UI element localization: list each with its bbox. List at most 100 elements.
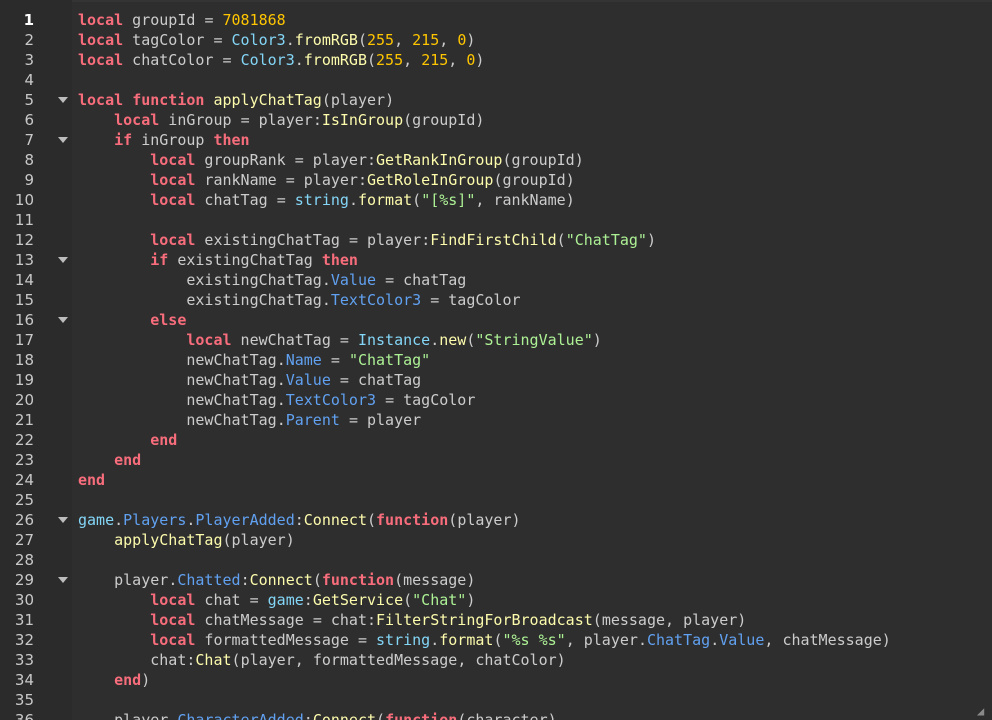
code-line[interactable]: end) <box>78 670 990 690</box>
code-token: rankName <box>195 171 286 189</box>
code-token: : <box>303 591 313 609</box>
code-line[interactable]: local groupId = 7081868 <box>78 10 990 30</box>
code-line[interactable]: existingChatTag.Value = chatTag <box>78 270 990 290</box>
code-line[interactable]: local chat = game:GetService("Chat") <box>78 590 990 610</box>
fold-arrow-icon[interactable] <box>58 97 68 103</box>
code-line[interactable]: local function applyChatTag(player) <box>78 90 990 110</box>
code-line[interactable]: else <box>78 310 990 330</box>
code-token: . <box>294 51 304 69</box>
resize-grip-icon[interactable]: ◢ <box>977 704 989 718</box>
code-line[interactable]: if existingChatTag then <box>78 250 990 270</box>
code-token: fromRGB <box>303 51 367 69</box>
code-line[interactable]: end <box>78 430 990 450</box>
code-line[interactable] <box>78 490 990 510</box>
code-token: local <box>78 11 124 29</box>
gutter-line: 4 <box>0 70 72 90</box>
code-token: . <box>348 191 358 209</box>
code-token: GetRoleInGroup <box>367 171 494 189</box>
gutter-line: 17 <box>0 330 72 350</box>
code-token: Connect <box>312 711 377 720</box>
fold-arrow-icon[interactable] <box>58 137 68 143</box>
code-token: end <box>78 471 106 489</box>
fold-arrow-icon[interactable] <box>58 257 68 263</box>
code-token: ( <box>394 571 404 589</box>
gutter-line: 9 <box>0 170 72 190</box>
code-token: : <box>294 511 304 529</box>
code-line[interactable]: local groupRank = player:GetRankInGroup(… <box>78 150 990 170</box>
code-token: chatTag <box>394 271 467 289</box>
line-number: 18 <box>14 351 34 369</box>
code-token: ( <box>367 511 377 529</box>
code-token: : <box>240 571 250 589</box>
code-line[interactable]: end <box>78 450 990 470</box>
code-token: . <box>168 711 178 720</box>
code-line[interactable]: local chatMessage = chat:FilterStringFor… <box>78 610 990 630</box>
code-line[interactable]: player.Chatted:Connect(function(message) <box>78 570 990 590</box>
code-line[interactable]: if inGroup then <box>78 130 990 150</box>
line-number: 20 <box>14 391 34 409</box>
code-line[interactable]: game.Players.PlayerAdded:Connect(functio… <box>78 510 990 530</box>
code-line[interactable]: end <box>78 470 990 490</box>
code-line[interactable]: applyChatTag(player) <box>78 530 990 550</box>
code-line[interactable]: local tagColor = Color3.fromRGB(255, 215… <box>78 30 990 50</box>
code-token: newChatTag <box>78 351 277 369</box>
code-token: "ChatTag" <box>565 231 647 249</box>
code-token: else <box>150 311 187 329</box>
code-line[interactable]: local chatTag = string.format("[%s]", ra… <box>78 190 990 210</box>
code-line[interactable]: player.CharacterAdded:Connect(function(c… <box>78 710 990 720</box>
code-token: player <box>240 651 295 669</box>
code-token: , <box>565 631 584 649</box>
code-token: player <box>357 231 422 249</box>
code-token: newChatTag <box>78 411 277 429</box>
code-token: , <box>457 651 476 669</box>
code-line[interactable]: local inGroup = player:IsInGroup(groupId… <box>78 110 990 130</box>
code-line[interactable]: local newChatTag = Instance.new("StringV… <box>78 330 990 350</box>
code-token: player <box>249 111 313 129</box>
gutter-line: 28 <box>0 550 72 570</box>
code-token: IsInGroup <box>321 111 404 129</box>
fold-arrow-icon[interactable] <box>58 517 68 523</box>
code-token: ) <box>141 671 151 689</box>
code-line[interactable]: local rankName = player:GetRoleInGroup(g… <box>78 170 990 190</box>
code-line[interactable]: newChatTag.Value = chatTag <box>78 370 990 390</box>
code-line[interactable]: newChatTag.Name = "ChatTag" <box>78 350 990 370</box>
code-token: Value <box>285 371 331 389</box>
code-token: ) <box>475 111 485 129</box>
code-area[interactable]: local groupId = 7081868 local tagColor = … <box>72 0 992 720</box>
code-token: chat <box>195 591 250 609</box>
code-token: function <box>376 511 449 529</box>
code-line[interactable]: chat:Chat(player, formattedMessage, chat… <box>78 650 990 670</box>
code-token: , <box>294 651 313 669</box>
gutter-line: 18 <box>0 350 72 370</box>
code-line[interactable] <box>78 690 990 710</box>
code-token: fromRGB <box>294 31 358 49</box>
code-token: ) <box>737 611 747 629</box>
code-token: game <box>267 591 304 609</box>
code-token: = <box>285 171 295 189</box>
code-token: player <box>78 711 169 720</box>
code-token: . <box>430 331 440 349</box>
code-line[interactable]: local chatColor = Color3.fromRGB(255, 21… <box>78 50 990 70</box>
code-line[interactable]: newChatTag.Parent = player <box>78 410 990 430</box>
code-line[interactable] <box>78 550 990 570</box>
code-token: local <box>150 611 196 629</box>
code-line[interactable]: local existingChatTag = player:FindFirst… <box>78 230 990 250</box>
line-number: 22 <box>14 431 34 449</box>
code-line[interactable]: existingChatTag.TextColor3 = tagColor <box>78 290 990 310</box>
code-token: FilterStringForBroadcast <box>376 611 593 629</box>
code-token: player <box>231 531 286 549</box>
line-number: 24 <box>14 471 34 489</box>
code-line[interactable] <box>78 70 990 90</box>
code-line[interactable]: newChatTag.TextColor3 = tagColor <box>78 390 990 410</box>
fold-arrow-icon[interactable] <box>58 577 68 583</box>
line-number: 16 <box>14 311 34 329</box>
script-editor[interactable]: 1 2 3 4 5 6 7 8 9 10 11 12 13 14 15 16 17 18 19 20 21 22 23 24 2… <box>0 0 992 720</box>
code-line[interactable]: local formattedMessage = string.format("… <box>78 630 990 650</box>
code-line[interactable] <box>78 210 990 230</box>
fold-arrow-icon[interactable] <box>58 317 68 323</box>
code-token: string <box>294 191 349 209</box>
